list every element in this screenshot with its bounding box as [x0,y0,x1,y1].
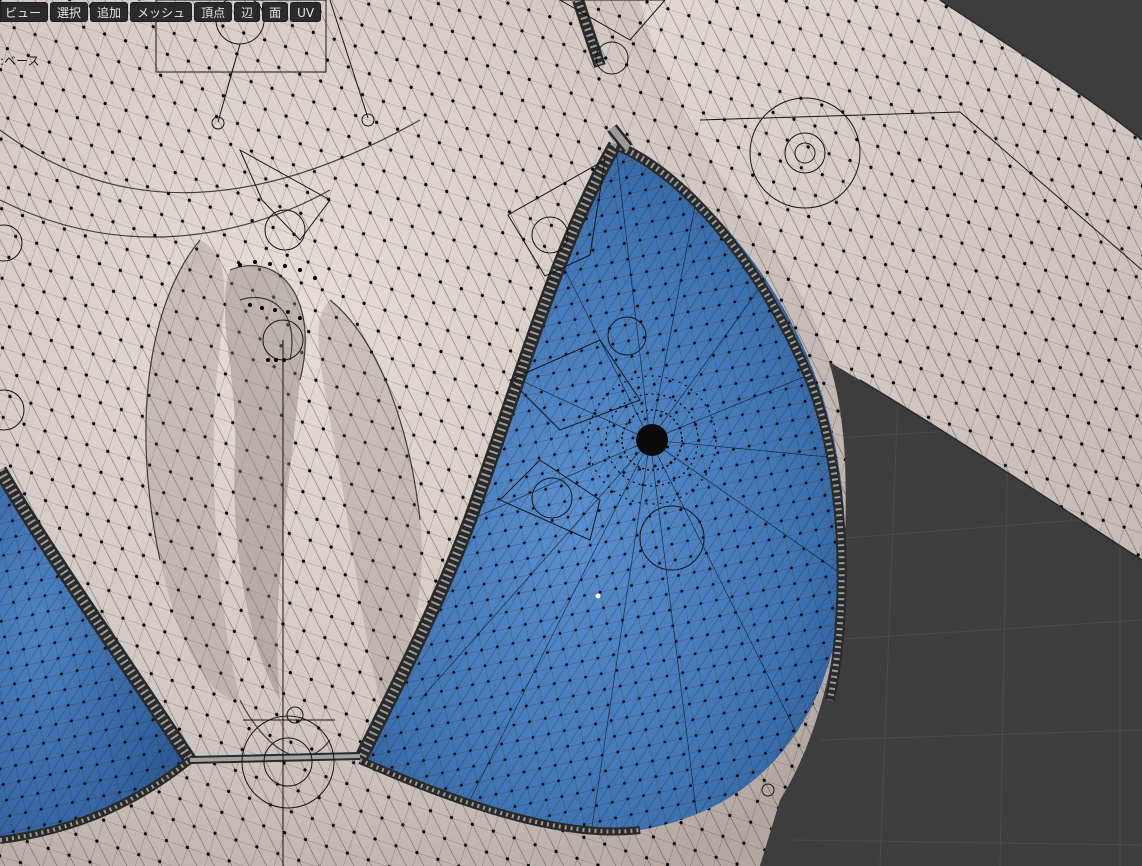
active-vertex[interactable] [595,593,601,599]
mesh-edit-scene[interactable] [0,0,1142,866]
menu-uv[interactable]: UV [290,2,322,22]
menu-select[interactable]: 選択 [50,2,89,22]
menu-face[interactable]: 面 [262,2,289,22]
menu-add[interactable]: 追加 [90,2,129,22]
pole-vertex-cluster [636,424,668,456]
3d-viewport[interactable]: ビュー 選択 追加 メッシュ 頂点 辺 面 UV :ベース [0,0,1142,866]
menu-view[interactable]: ビュー [0,2,49,22]
edit-mode-header-menu: ビュー 選択 追加 メッシュ 頂点 辺 面 UV [0,2,322,22]
menu-edge[interactable]: 辺 [234,2,261,22]
active-object-label: :ベース [0,54,40,68]
menu-mesh[interactable]: メッシュ [130,2,193,22]
menu-vertex[interactable]: 頂点 [194,2,233,22]
